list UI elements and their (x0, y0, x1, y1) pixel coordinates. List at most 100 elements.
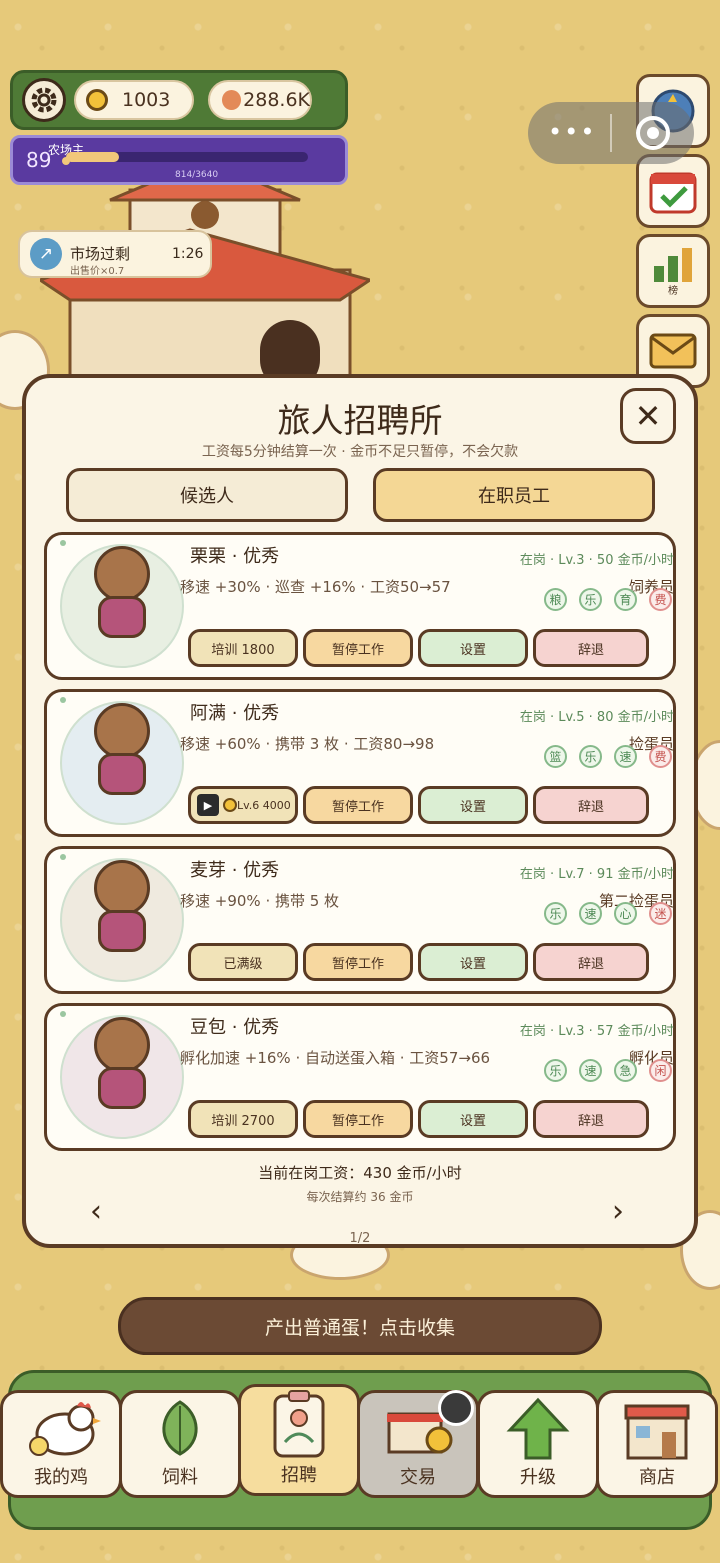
employee-bonus: 移速 +90% · 携带 5 枚 (180, 892, 340, 910)
trait-tag: 育 (614, 588, 637, 611)
train-button[interactable]: 培训 2700 (188, 1100, 298, 1138)
leaderboard-icon (654, 247, 692, 282)
video-train-button[interactable]: ▶ Lv.6 4000 (188, 786, 298, 824)
tab-candidates[interactable]: 候选人 (66, 468, 348, 522)
up-arrow-icon (506, 1397, 570, 1460)
bear-avatar-icon (94, 703, 150, 759)
trait-tag: 迷 (649, 902, 672, 925)
pause-work-button[interactable]: 暂停工作 (303, 1100, 413, 1138)
dismiss-button[interactable]: 辞退 (533, 629, 649, 667)
card-marker (60, 697, 66, 703)
nav-label: 升级 (520, 1467, 556, 1488)
close-miniprogram-icon[interactable] (636, 116, 670, 150)
trait-tag: 粮 (544, 588, 567, 611)
nav-my-chickens[interactable]: 我的鸡 (0, 1390, 122, 1498)
calendar-check-icon (649, 172, 697, 214)
pause-work-button[interactable]: 暂停工作 (303, 943, 413, 981)
nav-upgrade[interactable]: 升级 (477, 1390, 599, 1498)
coin-counter: 1003 (74, 80, 194, 120)
page-indicator: 1/2 (349, 1231, 371, 1246)
shop-icon (624, 1404, 690, 1460)
employee-name: 栗栗 · 优秀 (190, 546, 280, 567)
market-event-subtitle: 出售价×0.7 (70, 266, 125, 277)
bear-body (98, 910, 146, 952)
leaderboard-label: 榜 (668, 285, 678, 297)
card-marker (60, 1011, 66, 1017)
trait-tag: 乐 (579, 588, 602, 611)
train-cost: Lv.6 4000 (237, 798, 291, 812)
bear-avatar-icon (94, 1017, 150, 1073)
bear-avatar-icon (94, 546, 150, 602)
trait-tag: 急 (614, 1059, 637, 1082)
employee-bonus: 移速 +60% · 携带 3 枚 · 工资80→98 (180, 735, 435, 753)
trait-tag: 乐 (579, 745, 602, 768)
settings-button[interactable]: 设置 (418, 786, 528, 824)
train-button[interactable]: 培训 1800 (188, 629, 298, 667)
pause-work-button[interactable]: 暂停工作 (303, 629, 413, 667)
egg-icon (222, 90, 242, 110)
lock-icon (438, 1390, 474, 1426)
coin-icon (86, 89, 108, 111)
dismiss-button[interactable]: 辞退 (533, 943, 649, 981)
employee-bonus: 移速 +30% · 巡查 +16% · 工资50→57 (180, 578, 451, 596)
prev-page-button[interactable]: ‹ (90, 1194, 102, 1229)
daily-checkin-button[interactable] (636, 154, 710, 228)
nav-recruit[interactable]: 招聘 (238, 1384, 360, 1496)
nav-label: 交易 (400, 1467, 436, 1488)
modal-title: 旅人招聘所 (277, 401, 443, 440)
collect-eggs-button[interactable]: 产出普通蛋！点击收集 (118, 1297, 602, 1355)
employee-status: 在岗 · Lv.7 · 91 金币/小时 (519, 867, 674, 882)
close-button[interactable]: ✕ (620, 388, 676, 444)
trait-tag: 费 (649, 588, 672, 611)
trait-tag: 心 (614, 902, 637, 925)
bear-avatar-icon (94, 860, 150, 916)
settings-button[interactable]: 设置 (418, 629, 528, 667)
exp-fill (66, 152, 119, 162)
dismiss-button[interactable]: 辞退 (533, 1100, 649, 1138)
nav-shop[interactable]: 商店 (596, 1390, 718, 1498)
bear-body (98, 1067, 146, 1109)
market-event-timer: 1:26 (172, 246, 204, 262)
employee-name: 阿满 · 优秀 (190, 703, 280, 724)
next-page-button[interactable]: › (612, 1194, 624, 1229)
gear-icon (31, 87, 57, 113)
mail-icon (649, 333, 697, 369)
nav-label: 商店 (639, 1467, 675, 1488)
card-marker (60, 540, 66, 546)
nav-label: 招聘 (281, 1465, 317, 1486)
market-event-title: 市场过剩 (70, 245, 131, 263)
employee-status: 在岗 · Lv.3 · 50 金币/小时 (519, 553, 674, 568)
chicken-icon (29, 1402, 101, 1456)
exp-knob (62, 157, 70, 165)
trait-tag: 乐 (544, 1059, 567, 1082)
settings-button[interactable]: 设置 (418, 943, 528, 981)
settings-button[interactable]: 设置 (418, 1100, 528, 1138)
trait-tag: 速 (614, 745, 637, 768)
trait-tag: 乐 (544, 902, 567, 925)
train-button[interactable]: 已满级 (188, 943, 298, 981)
pause-work-button[interactable]: 暂停工作 (303, 786, 413, 824)
more-menu-icon[interactable]: ••• (548, 118, 596, 146)
employee-status: 在岗 · Lv.5 · 80 金币/小时 (519, 710, 674, 725)
id-badge-icon (273, 1390, 325, 1458)
egg-counter: 288.6K (208, 80, 312, 120)
egg-amount: 288.6K (243, 89, 310, 111)
dismiss-button[interactable]: 辞退 (533, 786, 649, 824)
close-icon: ✕ (634, 397, 662, 435)
leaf-icon (162, 1400, 198, 1456)
coin-amount: 1003 (122, 89, 171, 111)
tab-employees[interactable]: 在职员工 (373, 468, 655, 522)
nav-label: 我的鸡 (34, 1467, 88, 1488)
employee-name: 麦芽 · 优秀 (190, 860, 280, 881)
trait-tag: 闲 (649, 1059, 672, 1082)
bear-body (98, 753, 146, 795)
employee-status: 在岗 · Lv.3 · 57 金币/小时 (519, 1024, 674, 1039)
leaderboard-button[interactable]: 榜 (636, 234, 710, 308)
nav-feed[interactable]: 饲料 (119, 1390, 241, 1498)
settings-button[interactable] (22, 78, 66, 122)
nav-label: 饲料 (162, 1467, 198, 1488)
trait-tag: 速 (579, 902, 602, 925)
employee-bonus: 孵化加速 +16% · 自动送蛋入箱 · 工资57→66 (180, 1049, 491, 1067)
trait-tag: 费 (649, 745, 672, 768)
card-marker (60, 854, 66, 860)
